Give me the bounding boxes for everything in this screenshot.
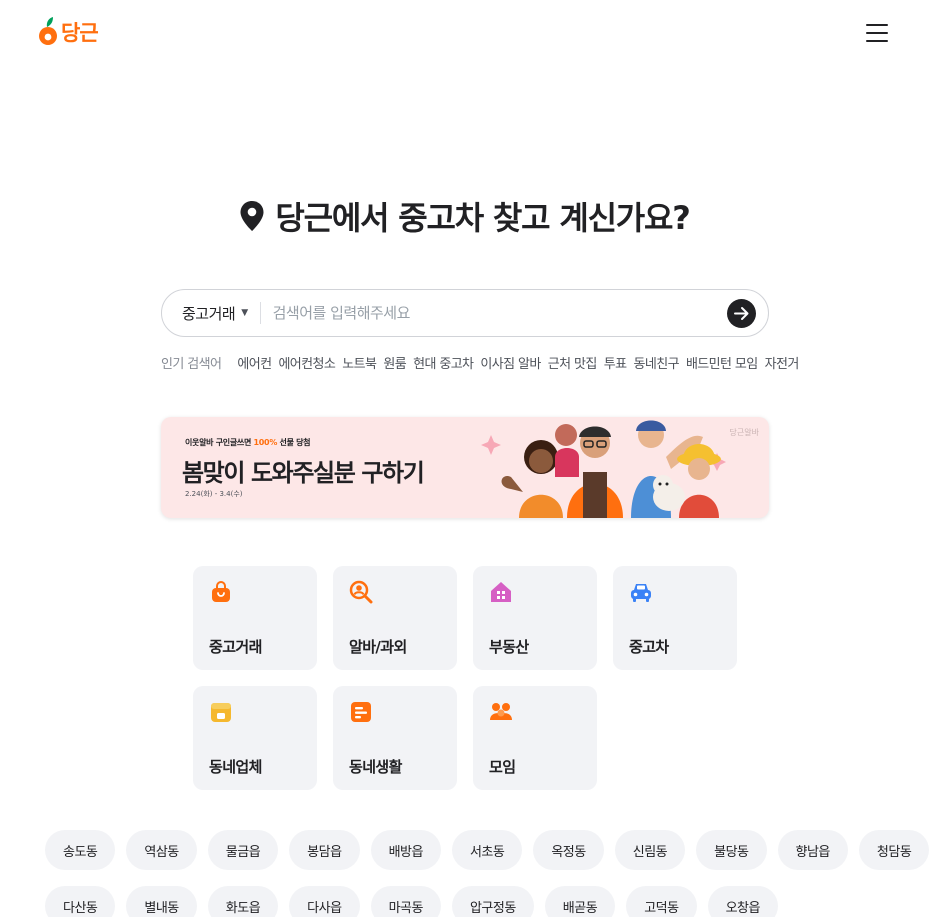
banner-illustration [481, 420, 726, 518]
neighborhood-chip[interactable]: 배곧동 [544, 886, 616, 917]
neighborhood-chip[interactable]: 고덕동 [626, 886, 697, 917]
popular-search-item[interactable]: 근처 맛집 [548, 353, 598, 372]
service-label: 동네업체 [209, 758, 262, 776]
service-label: 중고거래 [209, 638, 262, 656]
neighborhood-chip[interactable]: 불당동 [696, 830, 767, 870]
hamburger-menu-icon[interactable] [866, 24, 888, 44]
popular-search-item[interactable]: 에어컨청소 [278, 353, 335, 372]
shopping-bag-icon [212, 581, 230, 602]
neighborhood-chip[interactable]: 봉담읍 [289, 830, 360, 870]
carrot-logo-icon [39, 17, 57, 45]
hero-heading: 당근에서 중고차 찾고 계신가요? [0, 193, 929, 239]
popular-search-item[interactable]: 이사짐 알바 [480, 353, 541, 372]
search-input[interactable] [272, 304, 727, 322]
category-dropdown-label: 중고거래 [182, 304, 236, 323]
neighborhood-chip[interactable]: 별내동 [126, 886, 197, 917]
search-person-icon [349, 580, 373, 604]
neighborhood-chip[interactable]: 마곡동 [370, 886, 441, 917]
neighborhood-chip[interactable]: 오창읍 [707, 886, 778, 917]
logo-text: 당근 [61, 21, 99, 45]
neighborhood-chip[interactable]: 다사읍 [289, 886, 360, 917]
service-card-secondhand[interactable]: 중고거래 [193, 566, 317, 670]
car-icon [631, 584, 651, 602]
neighborhood-chip[interactable]: 역삼동 [126, 830, 197, 870]
banner-eyebrow-prefix: 이웃알바 구인글쓰면 [185, 438, 254, 447]
search-divider [259, 302, 261, 324]
daangn-logo[interactable]: 당근 [38, 16, 99, 48]
service-label: 모임 [489, 758, 516, 776]
service-card-community[interactable]: 동네생활 [333, 686, 457, 790]
neighborhood-chip[interactable]: 배방읍 [370, 830, 441, 870]
chip-row: 송도동 역삼동 물금읍 봉담읍 배방읍 서초동 옥정동 신림동 불당동 향남읍 … [45, 830, 929, 870]
popular-search-item[interactable]: 에어컨 [237, 353, 272, 372]
banner-eyebrow-accent: 100% [253, 438, 278, 447]
service-card-realty[interactable]: 부동산 [473, 566, 597, 670]
location-pin-icon [240, 201, 264, 231]
banner-eyebrow: 이웃알바 구인글쓰면 100% 선물 당첨 [185, 437, 311, 448]
chevron-down-icon: ▼ [241, 308, 248, 318]
service-card-jobs[interactable]: 알바/과외 [333, 566, 457, 670]
neighborhood-chip[interactable]: 옥정동 [533, 830, 604, 870]
banner-eyebrow-suffix: 선물 당첨 [277, 438, 311, 447]
arrow-right-icon [734, 306, 749, 320]
popular-search-item[interactable]: 동네친구 [633, 353, 679, 372]
chip-row: 다산동 별내동 화도읍 다사읍 마곡동 압구정동 배곧동 고덕동 오창읍 [45, 886, 925, 917]
service-card-groups[interactable]: 모임 [473, 686, 597, 790]
popular-searches: 인기 검색어 에어컨 에어컨청소 노트북 원룸 현대 중고차 이사짐 알바 근처… [161, 352, 811, 372]
site-header: 당근 [0, 0, 929, 70]
document-icon [351, 702, 371, 722]
service-card-local-business[interactable]: 동네업체 [193, 686, 317, 790]
popular-search-item[interactable]: 원룸 [383, 353, 406, 372]
popular-search-item[interactable]: 현대 중고차 [413, 353, 474, 372]
neighborhood-chip[interactable]: 물금읍 [207, 830, 279, 870]
store-icon [211, 703, 231, 722]
page-title: 당근에서 중고차 찾고 계신가요? [275, 199, 691, 237]
popular-searches-label: 인기 검색어 [161, 356, 222, 372]
neighborhood-chip[interactable]: 다산동 [45, 886, 116, 917]
service-label: 동네생활 [349, 758, 402, 776]
service-card-cars[interactable]: 중고차 [613, 566, 737, 670]
neighborhood-chip[interactable]: 화도읍 [207, 886, 279, 917]
service-label: 중고차 [629, 638, 669, 656]
service-label: 부동산 [489, 638, 529, 656]
neighborhood-chips: 송도동 역삼동 물금읍 봉담읍 배방읍 서초동 옥정동 신림동 불당동 향남읍 … [45, 830, 929, 917]
promo-banner[interactable]: 이웃알바 구인글쓰면 100% 선물 당첨 봄맞이 도와주실분 구하기 2.24… [161, 417, 769, 518]
people-icon [490, 703, 512, 720]
search-submit-button[interactable] [727, 298, 756, 328]
neighborhood-chip[interactable]: 청담동 [858, 830, 929, 870]
banner-date: 2.24(화) - 3.4(수) [185, 490, 243, 498]
service-label: 알바/과외 [349, 638, 407, 656]
search-bar: 중고거래 ▼ [161, 289, 769, 337]
neighborhood-chip[interactable]: 향남읍 [777, 830, 848, 870]
popular-search-item[interactable]: 노트북 [342, 353, 377, 372]
neighborhood-chip[interactable]: 서초동 [451, 830, 523, 870]
popular-search-item[interactable]: 투표 [604, 353, 627, 372]
neighborhood-chip[interactable]: 압구정동 [451, 886, 534, 917]
popular-search-item[interactable]: 자전거 [765, 353, 800, 372]
category-dropdown[interactable]: 중고거래 ▼ [182, 303, 248, 324]
neighborhood-chip[interactable]: 신림동 [614, 830, 686, 870]
house-icon [491, 582, 511, 602]
popular-search-item[interactable]: 배드민턴 모임 [686, 353, 758, 372]
banner-title: 봄맞이 도와주실분 구하기 [182, 459, 425, 487]
neighborhood-chip[interactable]: 송도동 [45, 830, 116, 870]
